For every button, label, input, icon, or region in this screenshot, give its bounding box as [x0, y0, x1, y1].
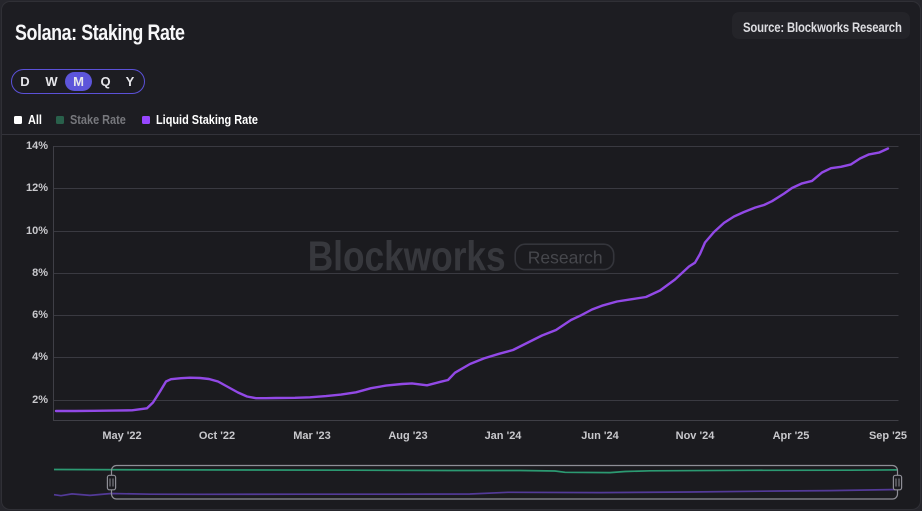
svg-text:12%: 12% [26, 182, 48, 194]
svg-text:Jan '24: Jan '24 [485, 430, 523, 442]
svg-text:4%: 4% [32, 351, 48, 363]
svg-text:Mar '23: Mar '23 [293, 430, 330, 442]
svg-text:Oct '22: Oct '22 [199, 430, 235, 442]
svg-text:Blockworks: Blockworks [308, 234, 506, 280]
svg-text:10%: 10% [26, 225, 48, 237]
svg-text:Aug '23: Aug '23 [388, 430, 427, 442]
svg-text:May '22: May '22 [102, 430, 141, 442]
svg-text:14%: 14% [26, 140, 48, 152]
svg-text:2%: 2% [32, 394, 48, 406]
svg-text:Apr '25: Apr '25 [773, 430, 810, 442]
svg-text:Sep '25: Sep '25 [869, 430, 907, 442]
svg-text:Jun '24: Jun '24 [581, 430, 619, 442]
svg-text:Nov '24: Nov '24 [676, 430, 716, 442]
svg-text:6%: 6% [32, 309, 48, 321]
svg-text:8%: 8% [32, 267, 48, 279]
svg-text:Research: Research [528, 248, 603, 268]
